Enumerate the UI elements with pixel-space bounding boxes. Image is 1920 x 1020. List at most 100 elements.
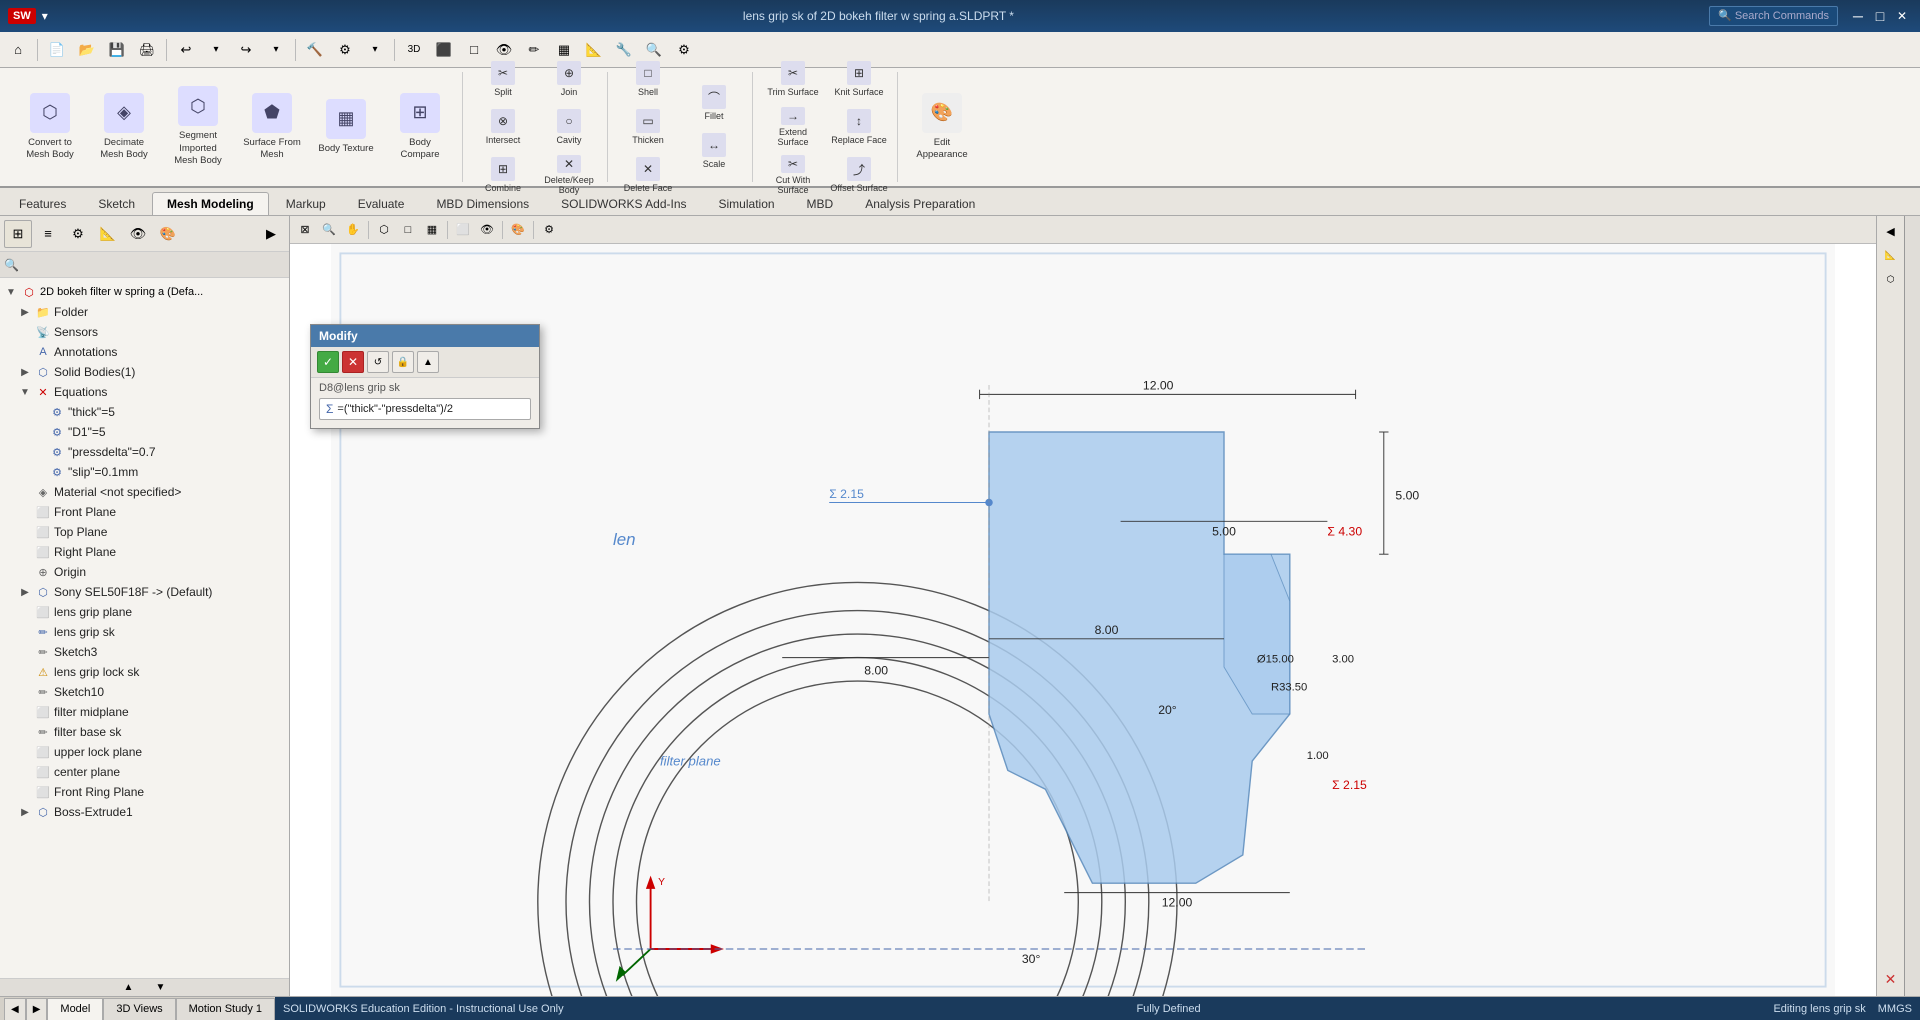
tab-markup[interactable]: Markup [271,192,341,215]
modify-lock-button[interactable]: 🔒 [392,351,414,373]
tree-lens-grip-sk-item[interactable]: ✏ lens grip sk [14,622,289,642]
model-tab-next-button[interactable]: ▶ [26,998,48,1020]
tab-evaluate[interactable]: Evaluate [343,192,420,215]
hide-all-button[interactable]: 👁 [476,219,498,241]
new-button[interactable]: 📄 [43,36,71,64]
tab-mbd[interactable]: MBD [792,192,849,215]
panel-expand-button[interactable]: ▶ [257,220,285,248]
save-button[interactable]: 💾 [103,36,131,64]
open-button[interactable]: 📂 [73,36,101,64]
tree-material-item[interactable]: ◈ Material <not specified> [14,482,289,502]
surface-from-mesh-button[interactable]: ⬟ Surface From Mesh [236,77,308,177]
zoom-fit-button[interactable]: ⊠ [294,219,316,241]
view-orient-button[interactable]: □ [397,219,419,241]
extend-surface-button[interactable]: → Extend Surface [761,104,825,150]
redo-button[interactable]: ↪ [232,36,260,64]
tree-lens-grip-lock-item[interactable]: ⚠ lens grip lock sk [14,662,289,682]
feature-mgr-button[interactable]: ⊞ [4,220,32,248]
tree-annotations-item[interactable]: A Annotations [14,342,289,362]
tree-eq-slip-item[interactable]: ⚙ "slip"=0.1mm [28,462,289,482]
modify-more-button[interactable]: ▲ [417,351,439,373]
search-box[interactable]: 🔍 Search Commands [1709,6,1838,26]
tree-top-plane-item[interactable]: ⬜ Top Plane [14,522,289,542]
cavity-button[interactable]: ○ Cavity [537,104,601,150]
view3d-sub-button[interactable]: ⬡ [373,219,395,241]
trim-surface-button[interactable]: ✂ Trim Surface [761,56,825,102]
convert-to-mesh-button[interactable]: ⬡ Convert to Mesh Body [14,77,86,177]
tab-addins[interactable]: SOLIDWORKS Add-Ins [546,192,701,215]
tree-eq-pressdelta-item[interactable]: ⚙ "pressdelta"=0.7 [28,442,289,462]
tree-front-plane-item[interactable]: ⬜ Front Plane [14,502,289,522]
tree-filter-base-sk-item[interactable]: ✏ filter base sk [14,722,289,742]
tab-mesh-modeling[interactable]: Mesh Modeling [152,192,269,215]
tree-center-plane-item[interactable]: ⬜ center plane [14,762,289,782]
tree-lens-grip-plane-item[interactable]: ⬜ lens grip plane [14,602,289,622]
edit-appearance-button[interactable]: 🎨 EditAppearance [906,77,978,177]
tab-simulation[interactable]: Simulation [704,192,790,215]
appear-mgr-button[interactable]: 🎨 [154,220,182,248]
view3d-button[interactable]: 3D [400,36,428,64]
main-canvas[interactable]: ⊠ 🔍 ✋ ⬡ □ ▦ ⬜ 👁 🎨 ⚙ [290,216,1876,996]
tree-front-ring-plane-item[interactable]: ⬜ Front Ring Plane [14,782,289,802]
tree-right-plane-item[interactable]: ⬜ Right Plane [14,542,289,562]
display-style-button[interactable]: ⬜ [452,219,474,241]
undo-button[interactable]: ↩ [172,36,200,64]
join-button[interactable]: ⊕ Join [537,56,601,102]
fillet-button[interactable]: ⌒ Fillet [682,80,746,126]
modify-cancel-button[interactable]: ✕ [342,351,364,373]
print-button[interactable]: 🖨 [133,36,161,64]
close-button[interactable]: ✕ [1892,6,1912,26]
menu-arrow[interactable]: ▾ [42,9,48,23]
tree-eq-d1-item[interactable]: ⚙ "D1"=5 [28,422,289,442]
tab-analysis[interactable]: Analysis Preparation [850,192,990,215]
right-close-icon[interactable]: ✕ [1885,971,1897,988]
maximize-button[interactable]: □ [1870,6,1890,26]
tree-upper-lock-plane-item[interactable]: ⬜ upper lock plane [14,742,289,762]
tab-mbd-dimensions[interactable]: MBD Dimensions [421,192,544,215]
modify-input-field[interactable]: Σ =("thick"-"pressdelta")/2 [319,398,531,420]
property-mgr-button[interactable]: ≡ [34,220,62,248]
tree-filter-midplane-item[interactable]: ⬜ filter midplane [14,702,289,722]
shell-button[interactable]: □ Shell [616,56,680,102]
section-view-button[interactable]: ▦ [421,219,443,241]
rebuild-button[interactable]: 🔨 [301,36,329,64]
tree-eq-thick-item[interactable]: ⚙ "thick"=5 [28,402,289,422]
options-arrow[interactable]: ▾ [361,36,389,64]
tab-features[interactable]: Features [4,192,81,215]
config-mgr-button[interactable]: ⚙ [64,220,92,248]
tree-folder-item[interactable]: ▶ 📁 Folder [14,302,289,322]
minimize-button[interactable]: ─ [1848,6,1868,26]
modify-rebuild-button[interactable]: ↺ [367,351,389,373]
segment-mesh-button[interactable]: ⬡ Segment Imported Mesh Body [162,77,234,177]
knit-button[interactable]: ⊞ Knit Surface [827,56,891,102]
decimate-mesh-button[interactable]: ◈ Decimate Mesh Body [88,77,160,177]
right-orient-button[interactable]: ⬡ [1880,268,1902,290]
dim-xpert-button[interactable]: 📐 [94,220,122,248]
panel-up-button[interactable]: ▲ [115,974,143,997]
right-views-button[interactable]: 📐 [1880,244,1902,266]
tree-origin-item[interactable]: ⊕ Origin [14,562,289,582]
options-button[interactable]: ⚙ [331,36,359,64]
render-sub-button[interactable]: 🎨 [507,219,529,241]
zoom-in-button[interactable]: 🔍 [318,219,340,241]
tree-root-item[interactable]: ▼ ⬡ 2D bokeh filter w spring a (Defa... [0,282,289,302]
model-tab-prev-button[interactable]: ◀ [4,998,26,1020]
scale-button[interactable]: ↔ Scale [682,128,746,174]
section-button[interactable]: ⬛ [430,36,458,64]
modify-ok-button[interactable]: ✓ [317,351,339,373]
thicken-button[interactable]: ▭ Thicken [616,104,680,150]
motion-study-tab[interactable]: Motion Study 1 [176,998,275,1020]
tree-boss-extrude1-item[interactable]: ▶ ⬡ Boss-Extrude1 [14,802,289,822]
home-button[interactable]: ⌂ [4,36,32,64]
tree-sketch3-item[interactable]: ✏ Sketch3 [14,642,289,662]
pan-button[interactable]: ✋ [342,219,364,241]
tree-sketch10-item[interactable]: ✏ Sketch10 [14,682,289,702]
undo-arrow[interactable]: ▾ [202,36,230,64]
body-compare-button[interactable]: ⊞ Body Compare [384,77,456,177]
tree-sensors-item[interactable]: 📡 Sensors [14,322,289,342]
intersect-button[interactable]: ⊗ Intersect [471,104,535,150]
model-tab[interactable]: Model [47,998,103,1020]
tree-sony-item[interactable]: ▶ ⬡ Sony SEL50F18F -> (Default) [14,582,289,602]
feature-tree[interactable]: ▼ ⬡ 2D bokeh filter w spring a (Defa... … [0,278,289,978]
split-button[interactable]: ✂ Split [471,56,535,102]
